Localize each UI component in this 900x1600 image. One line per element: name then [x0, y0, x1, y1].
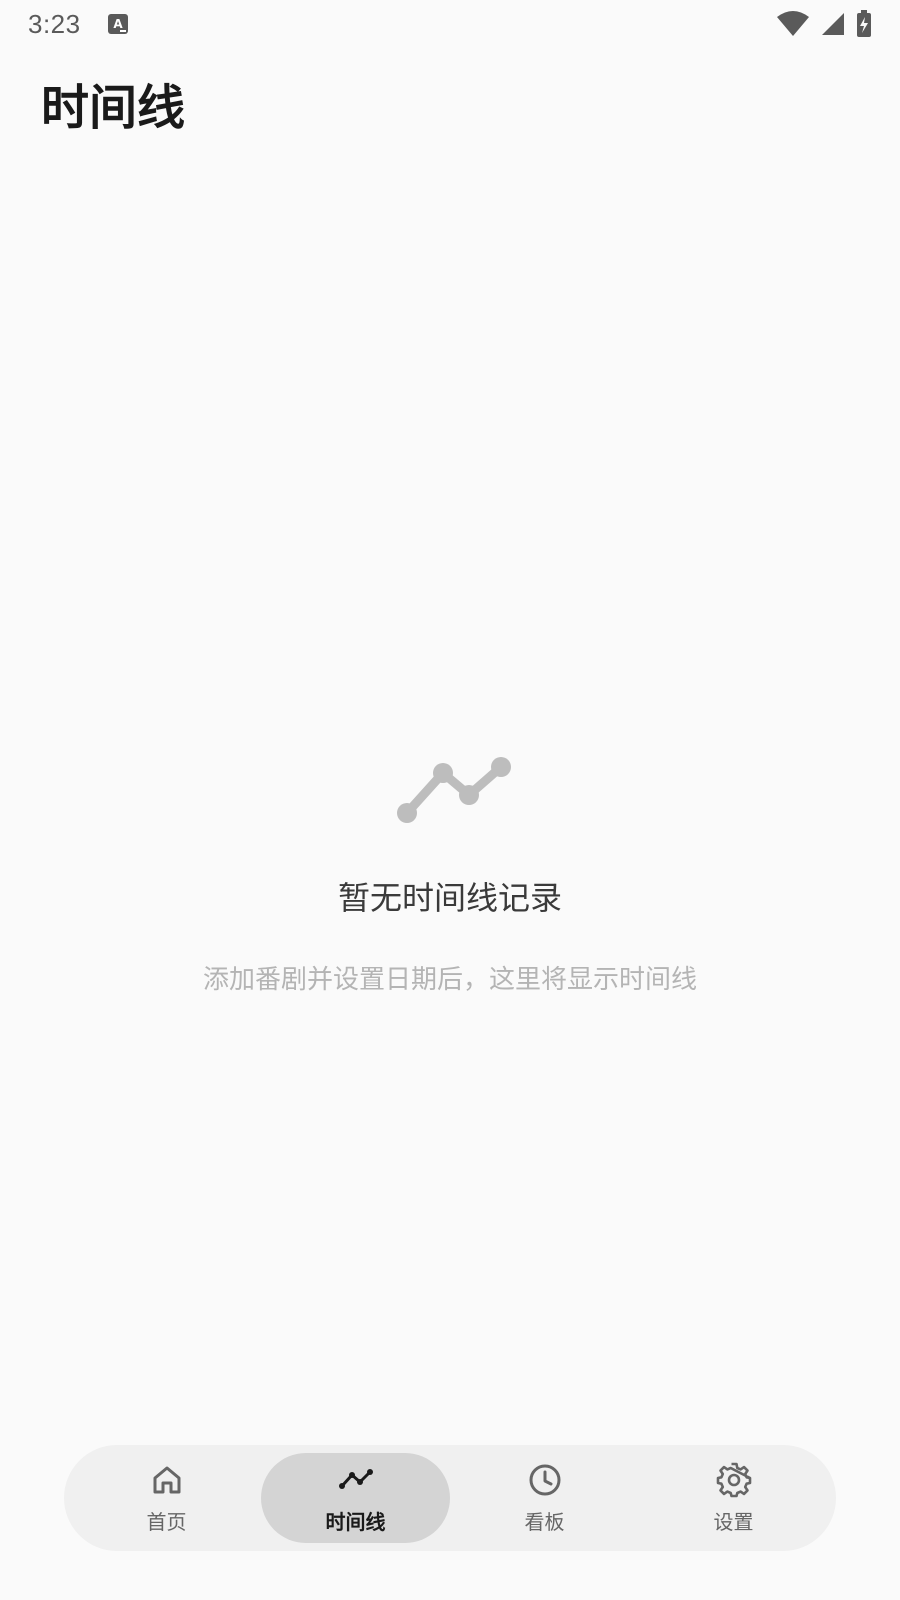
gear-icon: [716, 1462, 751, 1497]
timeline-icon: [338, 1468, 373, 1489]
nav-item-home[interactable]: 首页: [72, 1453, 261, 1543]
page-title: 时间线: [41, 80, 186, 136]
nav-item-board[interactable]: 看板: [450, 1453, 639, 1543]
timeline-chart-icon: [397, 757, 511, 823]
nav-label-board: 看板: [524, 1509, 565, 1534]
svg-text:A: A: [113, 17, 123, 31]
status-bar: 3:23 A: [0, 0, 900, 48]
keyboard-a-icon: A: [107, 14, 128, 34]
status-right: [776, 10, 872, 38]
empty-state-title: 暂无时间线记录: [337, 879, 562, 917]
wifi-icon: [777, 11, 809, 36]
nav-label-timeline: 时间线: [325, 1509, 386, 1534]
timeline-screen: 3:23 A 时间线 暂无时间线记录 添加番剧并设置日期后，这里将显示时间线 首…: [0, 0, 900, 1600]
status-left: 3:23 A: [28, 9, 129, 40]
empty-state-subtitle: 添加番剧并设置日期后，这里将显示时间线: [202, 965, 697, 995]
home-icon: [153, 1466, 180, 1493]
battery-charging-icon: [857, 10, 871, 37]
nav-label-home: 首页: [146, 1509, 187, 1534]
cell-signal-icon: [822, 13, 844, 35]
empty-state: 暂无时间线记录 添加番剧并设置日期后，这里将显示时间线: [0, 755, 900, 996]
nav-item-settings[interactable]: 设置: [639, 1453, 828, 1543]
nav-item-timeline[interactable]: 时间线: [261, 1453, 450, 1543]
nav-label-settings: 设置: [713, 1509, 754, 1534]
bottom-navigation: 首页 时间线 看板 设置: [64, 1445, 836, 1551]
status-time: 3:23: [28, 8, 81, 39]
clock-icon: [529, 1464, 560, 1495]
